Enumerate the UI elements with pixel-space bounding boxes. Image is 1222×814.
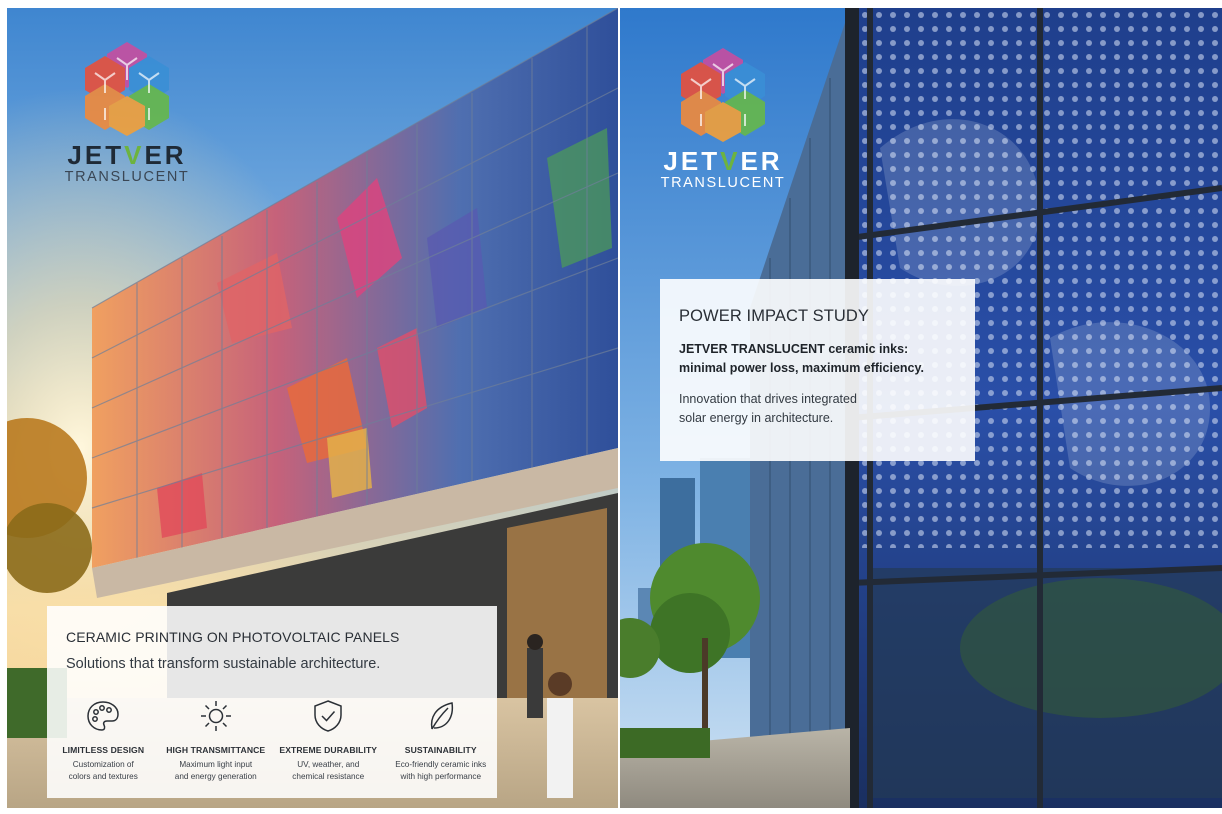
left-panel: JETVER TRANSLUCENT CERAMIC PRINTING ON P… [7,8,618,808]
feature-extreme-durability: EXTREME DURABILITY UV, weather, and chem… [272,698,385,783]
ceramic-printing-card: CERAMIC PRINTING ON PHOTOVOLTAIC PANELS … [47,606,497,798]
brand-wordmark: JETVER [67,140,187,170]
feature-description: Maximum light input and energy generatio… [174,760,257,781]
feature-description: Eco-friendly ceramic inks with high perf… [395,760,487,781]
power-impact-card: POWER IMPACT STUDY JETVER TRANSLUCENT ce… [660,279,975,461]
feature-sustainability: SUSTAINABILITY Eco-friendly ceramic inks… [385,698,498,783]
brand-tagline: TRANSLUCENT [660,175,786,191]
card-subtitle: Solutions that transform sustainable arc… [66,656,381,672]
palette-icon [87,701,120,731]
leaf-icon [430,702,453,730]
feature-description: Customization of colors and textures [68,760,138,781]
feature-limitless-design: LIMITLESS DESIGN Customization of colors… [47,698,160,783]
right-panel: JETVER TRANSLUCENT POWER IMPACT STUDY JE… [620,8,1222,808]
feature-title: LIMITLESS DESIGN [62,745,145,755]
poster-frame: JETVER TRANSLUCENT CERAMIC PRINTING ON P… [0,0,1222,814]
card-highlight: JETVER TRANSLUCENT ceramic inks: minimal… [679,342,924,375]
sun-icon [200,701,231,731]
feature-title: SUSTAINABILITY [404,745,477,755]
feature-list: LIMITLESS DESIGN Customization of colors… [47,698,497,783]
brand-logo: JETVER TRANSLUCENT [42,40,212,186]
brand-logo: JETVER TRANSLUCENT [638,46,808,192]
brand-wordmark: JETVER [663,146,783,176]
feature-title: HIGH TRANSMITTANCE [166,745,266,755]
brand-tagline: TRANSLUCENT [64,169,190,185]
feature-title: EXTREME DURABILITY [279,745,378,755]
cube-cluster-logo-icon [85,42,169,136]
cube-cluster-logo-icon [681,48,765,142]
card-body: Innovation that drives integrated solar … [679,392,857,425]
card-title: CERAMIC PRINTING ON PHOTOVOLTAIC PANELS [66,629,400,645]
card-title: POWER IMPACT STUDY [679,307,870,325]
feature-description: UV, weather, and chemical resistance [292,760,365,781]
feature-high-transmittance: HIGH TRANSMITTANCE Maximum light input a… [160,698,273,783]
shield-check-icon [314,700,342,732]
